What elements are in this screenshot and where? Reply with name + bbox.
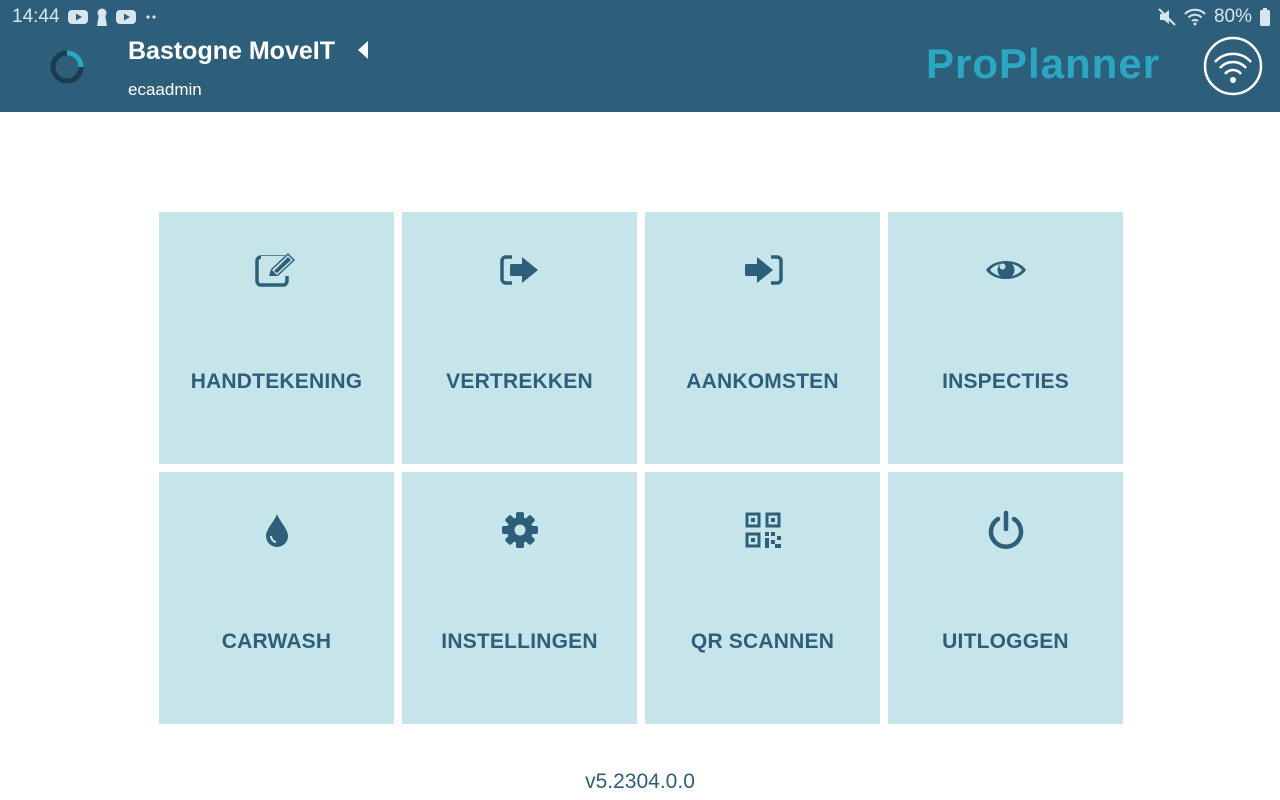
status-bar: 14:44 80% [0,0,1280,34]
app-title: Bastogne MoveIT [128,37,335,65]
app-header: 14:44 80% Bastogne MoveIT ecaadmin ProPl… [0,0,1280,112]
battery-icon [1260,8,1270,26]
tile-label: INSPECTIES [942,370,1069,393]
tile-label: UITLOGGEN [942,630,1069,653]
tile-handtekening[interactable]: HANDTEKENING [159,212,394,464]
eye-icon [985,261,1026,279]
tile-label: VERTREKKEN [446,370,593,393]
wifi-icon [1184,8,1206,26]
collapse-arrow-icon[interactable] [354,38,374,62]
tile-carwash[interactable]: CARWASH [159,472,394,724]
tile-vertrekken[interactable]: VERTREKKEN [402,212,637,464]
tile-uitloggen[interactable]: UITLOGGEN [888,472,1123,724]
power-icon [988,510,1023,549]
status-time: 14:44 [12,6,60,27]
tile-label: QR SCANNEN [690,630,835,653]
tile-label: AANKOMSTEN [686,370,839,393]
proplanner-logo: ProPlanner [926,40,1161,87]
logo-wifi-icon [1203,36,1263,96]
tile-inspecties[interactable]: INSPECTIES [888,212,1123,464]
youtube-icon [68,10,88,24]
notification-icons [68,8,158,26]
sign-out-icon [499,255,538,285]
tile-label: CARWASH [221,630,332,653]
edit-icon [254,253,295,287]
more-dots-icon [146,15,156,19]
qr-code-icon [745,512,781,548]
sync-spinner-icon[interactable] [49,49,85,85]
tile-qr-scannen[interactable]: QR SCANNEN [645,472,880,724]
tile-label: INSTELLINGEN [441,630,598,653]
water-drop-icon [265,514,288,547]
system-icons: 80% [1158,6,1270,28]
youtube-icon [116,10,136,24]
battery-percentage: 80% [1213,6,1252,27]
mute-icon [1158,8,1176,26]
tile-label: HANDTEKENING [190,370,363,393]
tile-instellingen[interactable]: INSTELLINGEN [402,472,637,724]
app-version: v5.2304.0.0 [585,770,695,793]
keyhole-icon [97,8,107,26]
menu-grid: HANDTEKENING VERTREKKEN AANKOMSTEN INSPE… [159,212,1123,724]
username: ecaadmin [128,80,202,99]
gear-icon [501,512,538,548]
sign-in-icon [744,255,783,285]
tile-aankomsten[interactable]: AANKOMSTEN [645,212,880,464]
